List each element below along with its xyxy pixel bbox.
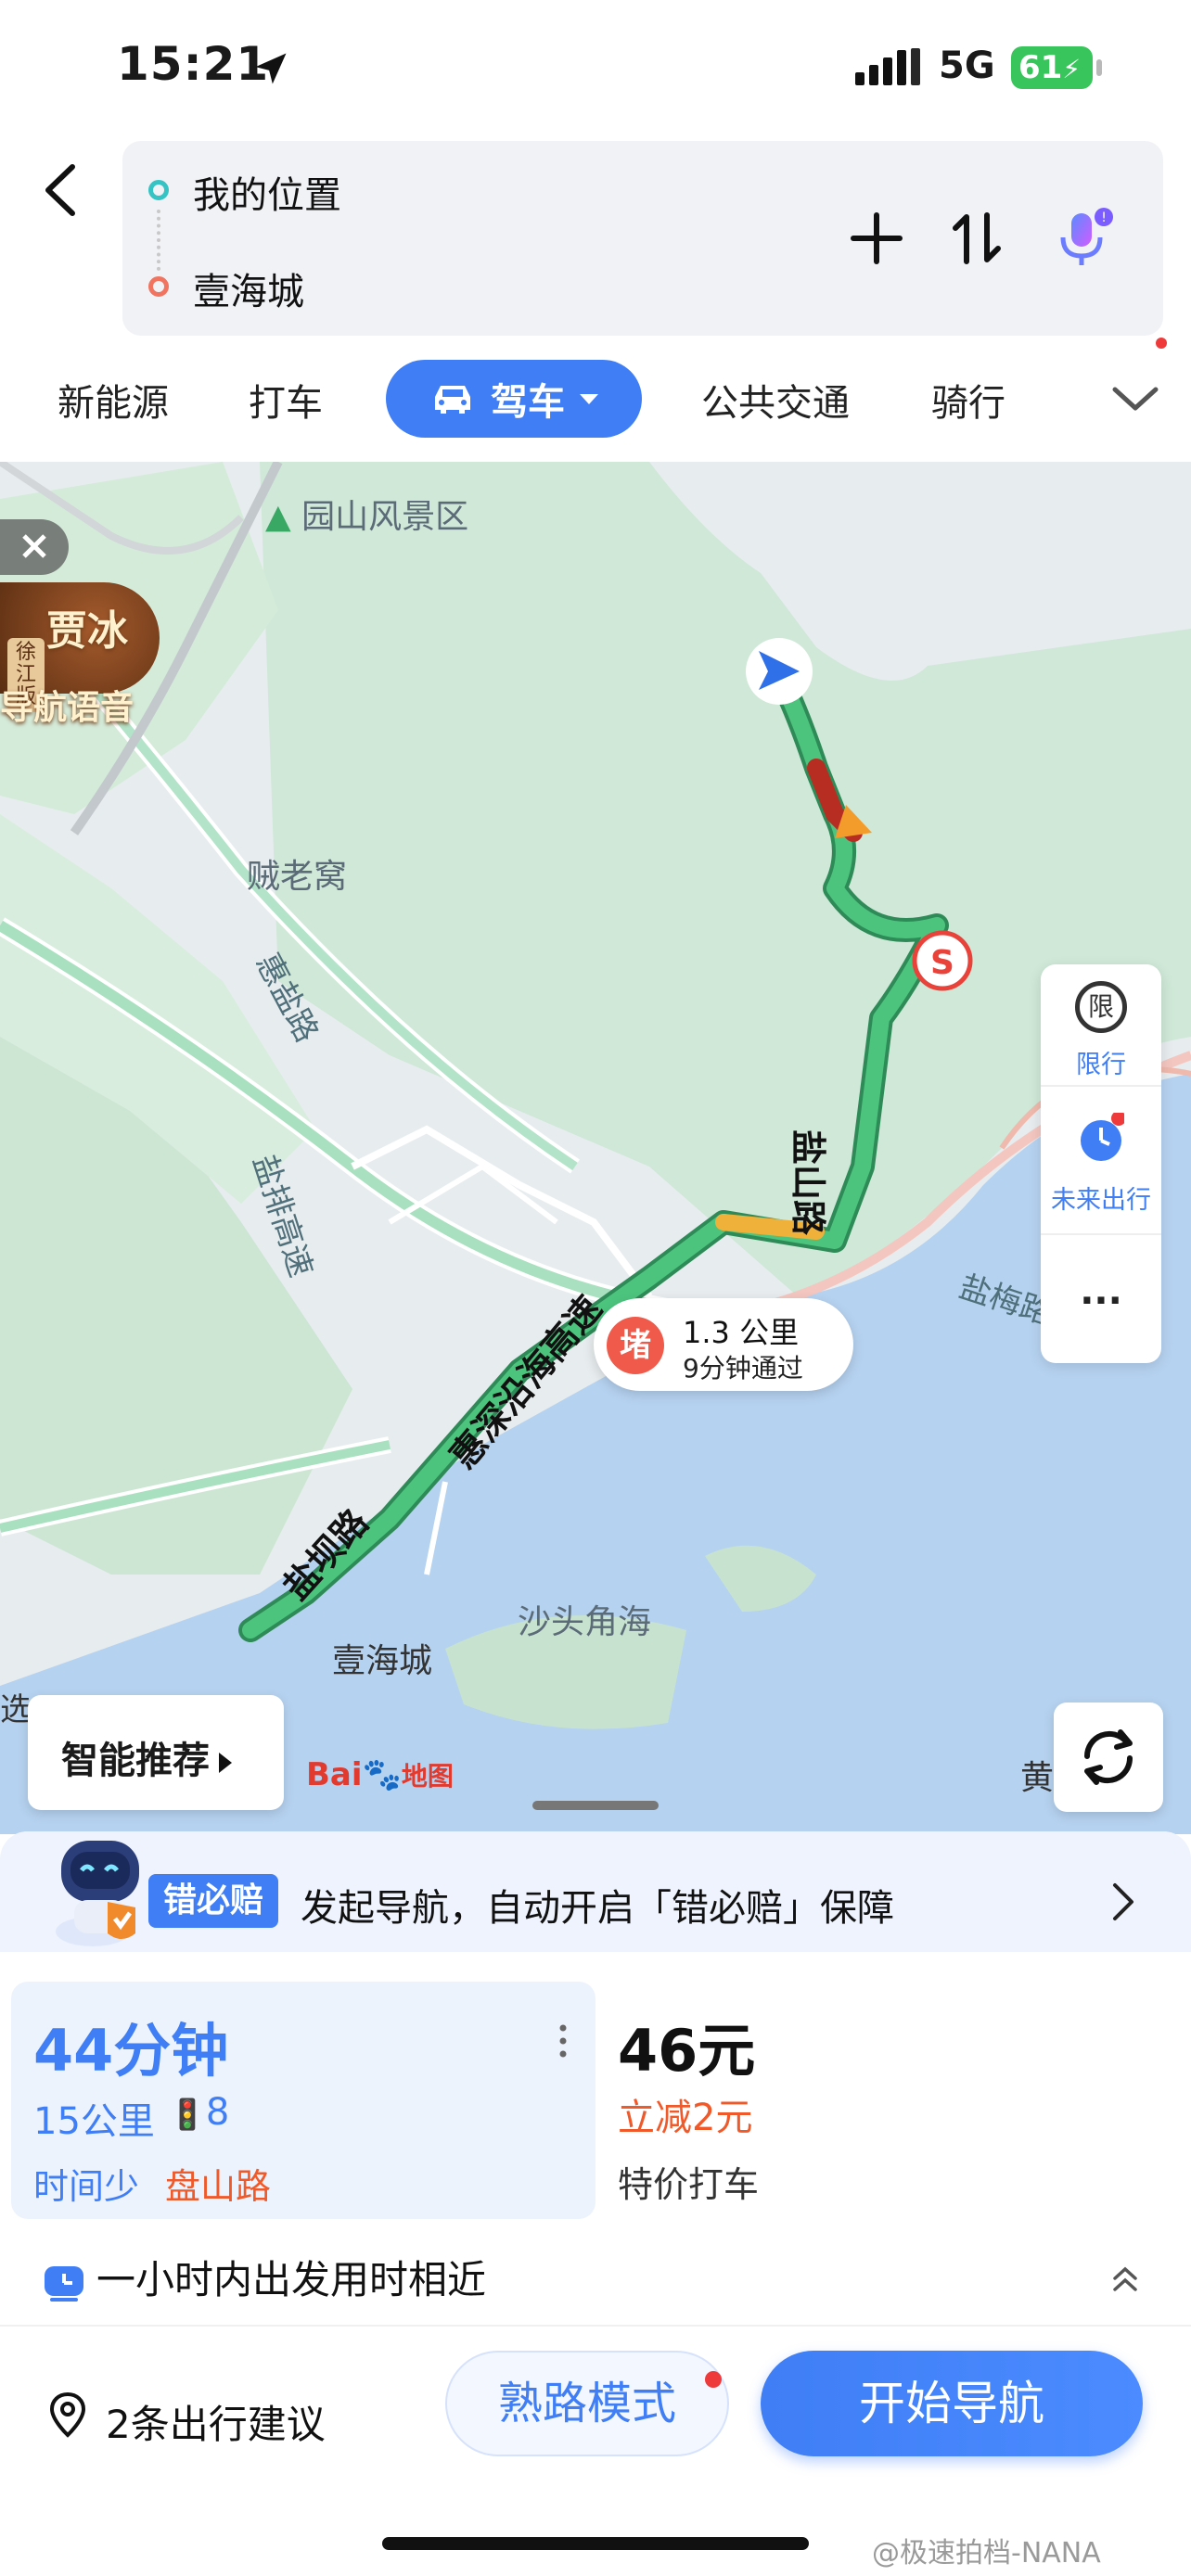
robot-mascot-icon bbox=[56, 1841, 139, 1946]
map-label-panshan-road: 盐山路 bbox=[788, 1129, 828, 1236]
ad-title: 贾冰 bbox=[46, 607, 128, 655]
transport-mode-tabs: 新能源 打车 驾车 公共交通 骑行 bbox=[0, 360, 1191, 438]
smart-recommend-label: 智能推荐 bbox=[61, 1740, 210, 1782]
end-dot-icon bbox=[148, 276, 169, 297]
refresh-route-button[interactable] bbox=[1054, 1702, 1163, 1812]
guarantee-tag: 错必赔 bbox=[148, 1874, 279, 1928]
route-bottom-sheet: 错必赔 发起导航，自动开启「错必赔」保障 44分钟 15公里 🚦8 时间少 盘山… bbox=[0, 1831, 1191, 2576]
more-vertical-icon[interactable] bbox=[558, 2022, 568, 2060]
divider bbox=[1041, 1233, 1161, 1235]
signal-icon bbox=[855, 48, 920, 85]
refresh-icon bbox=[1083, 1729, 1133, 1785]
departure-text: 一小时内出发用时相近 bbox=[96, 2257, 487, 2302]
traffic-limit-label[interactable]: 限行 bbox=[1041, 1044, 1161, 1080]
tab-taxi[interactable]: 打车 bbox=[249, 373, 323, 427]
route-duration: 44分钟 bbox=[33, 2017, 229, 2085]
departure-time-row[interactable]: 一小时内出发用时相近 bbox=[43, 2249, 486, 2305]
play-arrow-icon bbox=[219, 1753, 232, 1773]
map-label-partial-left: 选 bbox=[0, 1691, 32, 1728]
divider bbox=[1041, 1085, 1161, 1087]
notification-dot bbox=[1156, 338, 1167, 349]
traffic-limit-icon[interactable]: 限 bbox=[1075, 981, 1127, 1033]
baidu-logo-ditu: 地图 bbox=[401, 1761, 454, 1792]
traffic-light-value: 8 bbox=[205, 2091, 230, 2134]
map-label-sea: 沙头角海 bbox=[518, 1603, 652, 1641]
car-icon bbox=[435, 386, 470, 414]
chevron-down-icon[interactable] bbox=[1109, 380, 1161, 417]
sheet-drag-handle[interactable] bbox=[532, 1801, 659, 1810]
charging-icon: ⚡ bbox=[1062, 54, 1081, 84]
trip-suggestions[interactable]: 2条出行建议 bbox=[106, 2393, 326, 2450]
clock-icon bbox=[45, 2265, 83, 2302]
add-waypoint-icon[interactable] bbox=[844, 206, 909, 271]
familiar-route-mode-button[interactable]: 熟路模式 bbox=[445, 2351, 729, 2456]
map-label-park-text: 园山风景区 bbox=[301, 498, 469, 536]
baidu-map-logo: Bai🐾地图 bbox=[306, 1756, 454, 1793]
selected-route-card[interactable]: 44分钟 15公里 🚦8 时间少 盘山路 bbox=[11, 1982, 596, 2219]
route-tag-fast: 时间少 bbox=[33, 2166, 140, 2207]
route-tag-mountain: 盘山路 bbox=[165, 2166, 272, 2207]
more-options-icon[interactable]: ··· bbox=[1041, 1280, 1161, 1322]
route-dotted-line bbox=[157, 210, 160, 271]
location-arrow-icon bbox=[255, 53, 287, 84]
future-trip-label[interactable]: 未来出行 bbox=[1041, 1180, 1161, 1216]
svg-text:!: ! bbox=[1101, 210, 1107, 225]
swap-icon[interactable] bbox=[944, 206, 1009, 271]
caret-down-icon bbox=[580, 394, 598, 404]
network-type: 5G bbox=[939, 45, 995, 87]
battery-indicator: 61⚡ bbox=[1011, 46, 1102, 89]
tab-cycling[interactable]: 骑行 bbox=[931, 373, 1005, 427]
traffic-jam-bubble[interactable]: 堵 1.3 公里 9分钟通过 bbox=[594, 1298, 853, 1391]
map-side-panel: 限 限行 未来出行 ··· bbox=[1041, 964, 1161, 1363]
jam-badge: 堵 bbox=[607, 1317, 664, 1374]
tab-new-energy[interactable]: 新能源 bbox=[58, 373, 169, 427]
guarantee-text: 发起导航，自动开启「错必赔」保障 bbox=[301, 1887, 894, 1930]
map-label-destination: 壹海城 bbox=[332, 1642, 433, 1680]
baidu-logo-bai: Bai bbox=[306, 1756, 363, 1793]
start-dot-icon bbox=[148, 180, 169, 200]
location-pin-icon bbox=[49, 2391, 86, 2438]
svg-text:S: S bbox=[930, 944, 954, 982]
battery-level: 61 bbox=[1018, 49, 1063, 86]
map-label-park: ▲ 园山风景区 bbox=[265, 490, 468, 538]
back-icon[interactable] bbox=[37, 158, 83, 223]
tab-drive[interactable]: 驾车 bbox=[386, 360, 642, 438]
taxi-label: 特价打车 bbox=[618, 2164, 760, 2205]
tab-public-transit[interactable]: 公共交通 bbox=[701, 373, 850, 427]
map-view[interactable]: S ▲ 园山风景区 贼老窝 惠盐路 盐排高速 惠深沿海高速 盐山路 盐梅路 沙头… bbox=[0, 462, 1191, 1834]
notification-dot bbox=[705, 2371, 722, 2388]
traffic-light-icon: 🚦 bbox=[169, 2097, 206, 2132]
future-trip-icon[interactable] bbox=[1078, 1113, 1124, 1165]
voice-icon[interactable]: ! bbox=[1050, 206, 1115, 271]
close-icon bbox=[22, 534, 46, 558]
status-bar: 15:21 5G 61⚡ bbox=[0, 0, 1191, 139]
ad-subtitle: 导航语音 bbox=[0, 689, 134, 727]
chevron-right-icon[interactable] bbox=[1109, 1881, 1137, 1922]
route-input-box: 我的位置 壹海城 ! bbox=[122, 141, 1163, 336]
jam-time: 9分钟通过 bbox=[683, 1353, 803, 1384]
baidu-paw-icon: 🐾 bbox=[362, 1756, 402, 1793]
watermark: @极速拍档-NANA bbox=[872, 2537, 1101, 2570]
tab-drive-label: 驾车 bbox=[491, 381, 565, 424]
map-label-village: 贼老窝 bbox=[247, 858, 348, 896]
guarantee-promo-banner[interactable]: 错必赔 发起导航，自动开启「错必赔」保障 bbox=[0, 1831, 1191, 1952]
taxi-price[interactable]: 46元 bbox=[618, 2004, 755, 2087]
jam-distance: 1.3 公里 bbox=[683, 1315, 800, 1350]
status-time: 15:21 bbox=[117, 37, 270, 91]
map-label-huang: 黄 bbox=[1020, 1759, 1055, 1797]
taxi-discount: 立减2元 bbox=[618, 2097, 753, 2139]
route-distance: 15公里 bbox=[33, 2100, 155, 2143]
home-indicator[interactable] bbox=[382, 2537, 809, 2550]
chevron-double-up-icon[interactable] bbox=[1109, 2264, 1141, 2295]
end-location-field[interactable]: 壹海城 bbox=[193, 261, 304, 315]
smart-recommend-button[interactable]: 智能推荐 bbox=[28, 1695, 284, 1810]
park-icon: ▲ bbox=[265, 498, 302, 536]
start-location-field[interactable]: 我的位置 bbox=[193, 165, 341, 219]
ad-close-button[interactable] bbox=[0, 519, 69, 575]
traffic-light-count: 🚦8 bbox=[169, 2091, 229, 2134]
start-navigation-button[interactable]: 开始导航 bbox=[761, 2351, 1143, 2456]
